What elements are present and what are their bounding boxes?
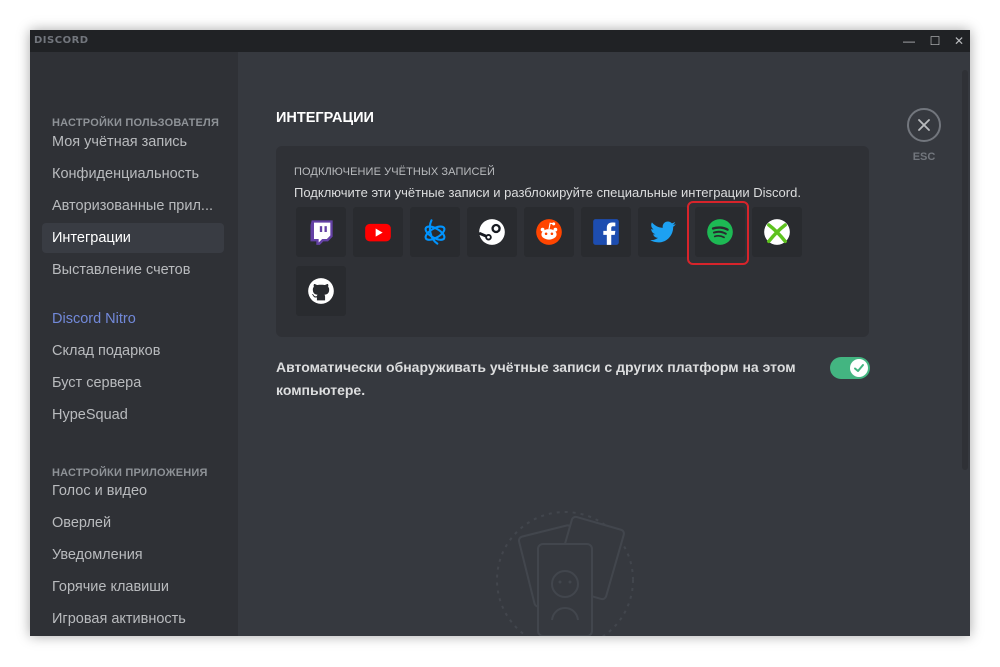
connections-panel: ПОДКЛЮЧЕНИЕ УЧЁТНЫХ ЗАПИСЕЙ Подключите э… [276,146,869,337]
sidebar-item-notifications[interactable]: Уведомления [42,540,224,570]
reddit-icon [536,219,562,245]
connect-reddit-button[interactable] [524,207,574,257]
auto-detect-toggle[interactable] [830,357,870,379]
github-icon [308,278,334,304]
title-bar: DISCORD — ☐ ✕ [30,30,970,52]
checkmark-icon [854,364,864,372]
settings-sidebar: НАСТРОЙКИ ПОЛЬЗОВАТЕЛЯ Моя учётная запис… [30,52,238,636]
auto-detect-label: Автоматически обнаруживать учётные запис… [276,359,796,398]
connect-battlenet-button[interactable] [410,207,460,257]
spotify-highlight-frame [687,201,749,265]
close-icon [918,119,930,131]
twitch-icon [310,220,333,245]
xbox-icon [764,219,790,245]
content-scrollbar[interactable] [962,70,968,470]
connect-facebook-button[interactable] [581,207,631,257]
connect-twitch-button[interactable] [296,207,346,257]
sidebar-item-billing[interactable]: Выставление счетов [42,255,224,285]
battlenet-icon [424,219,446,245]
sidebar-item-voice-video[interactable]: Голос и видео [42,476,224,506]
connections-description: Подключите эти учётные записи и разблоки… [294,185,801,200]
esc-label: ESC [912,151,936,163]
sidebar-item-authorized-apps[interactable]: Авторизованные прил... [42,191,224,221]
sidebar-item-my-account[interactable]: Моя учётная запись [42,127,224,157]
sidebar-item-integrations[interactable]: Интеграции [42,223,224,253]
steam-icon [478,219,505,245]
minimize-button[interactable]: — [896,30,922,52]
connect-xbox-button[interactable] [752,207,802,257]
page-title: ИНТЕГРАЦИИ [276,110,374,126]
discord-window: DISCORD — ☐ ✕ НАСТРОЙКИ ПОЛЬЗОВАТЕЛЯ Моя… [30,30,970,636]
sidebar-item-privacy[interactable]: Конфиденциальность [42,159,224,189]
sidebar-item-discord-nitro[interactable]: Discord Nitro [42,304,224,334]
youtube-icon [365,223,391,242]
connect-twitter-button[interactable] [638,207,688,257]
sidebar-item-overlay[interactable]: Оверлей [42,508,224,538]
sidebar-item-keybinds[interactable]: Горячие клавиши [42,572,224,602]
sidebar-item-gift-inventory[interactable]: Склад подарков [42,336,224,366]
connections-header: ПОДКЛЮЧЕНИЕ УЧЁТНЫХ ЗАПИСЕЙ [294,166,495,178]
facebook-icon [593,219,619,245]
connect-youtube-button[interactable] [353,207,403,257]
twitter-icon [650,221,676,243]
connect-github-button[interactable] [296,266,346,316]
connect-steam-button[interactable] [467,207,517,257]
connections-illustration [496,511,634,636]
sidebar-item-hypesquad[interactable]: HypeSquad [42,400,224,430]
discord-logo: DISCORD [34,35,89,46]
sidebar-item-game-activity[interactable]: Игровая активность [42,604,224,634]
maximize-button[interactable]: ☐ [922,30,948,52]
toggle-knob [850,359,868,377]
close-settings-button[interactable] [907,108,941,142]
sidebar-item-server-boost[interactable]: Буст сервера [42,368,224,398]
close-window-button[interactable]: ✕ [946,30,970,52]
